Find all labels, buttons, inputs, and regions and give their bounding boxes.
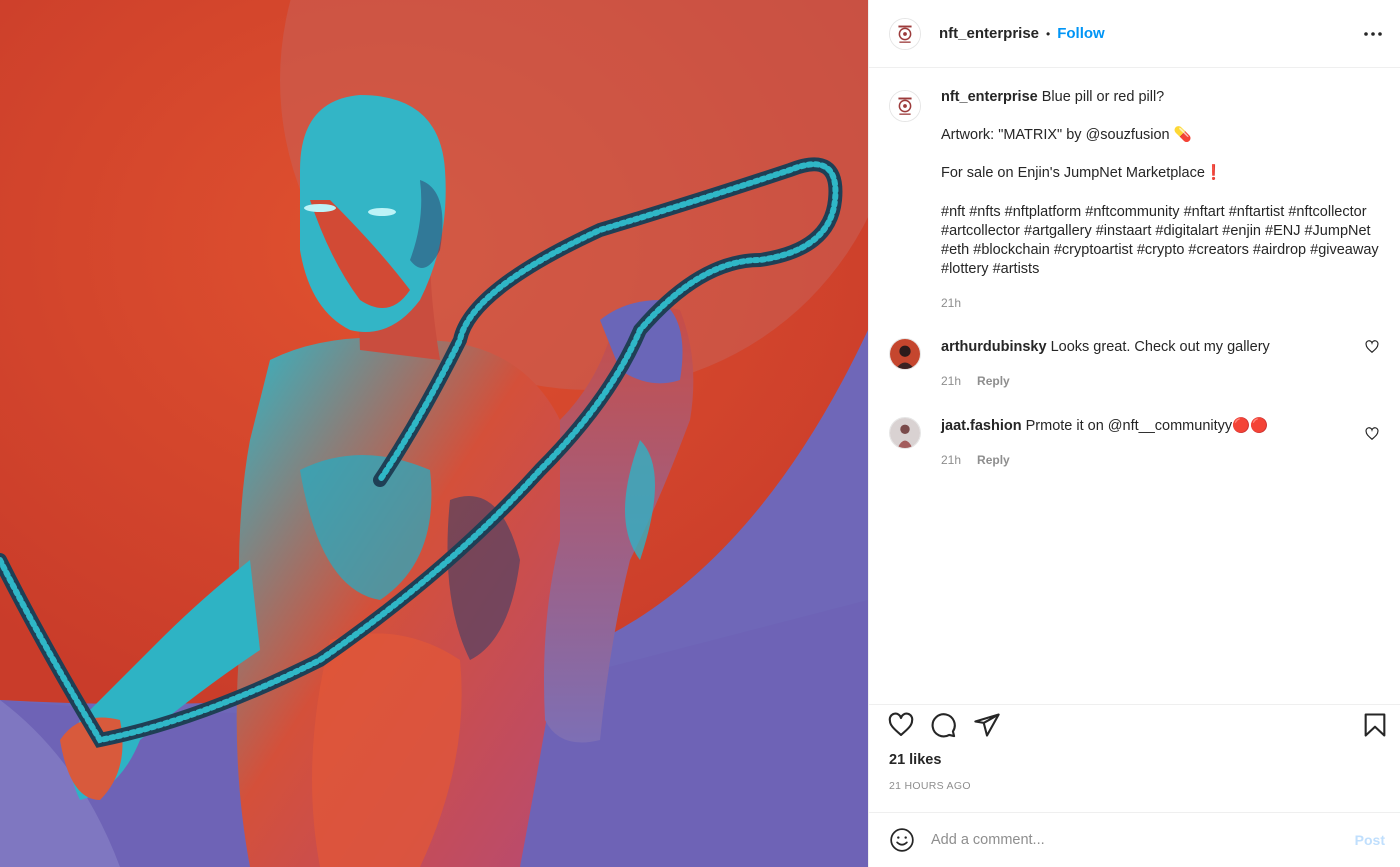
commenter-avatar[interactable]: [889, 338, 921, 370]
post-comment-button[interactable]: Post: [1355, 832, 1385, 848]
reply-button[interactable]: Reply: [977, 372, 1010, 391]
likes-count[interactable]: 21 likes: [889, 752, 941, 768]
post-caption: nft_enterprise Blue pill or red pill? Ar…: [889, 88, 1389, 314]
logo-icon: [890, 18, 920, 49]
author-avatar[interactable]: [889, 17, 921, 50]
bookmark-icon[interactable]: [1361, 711, 1389, 739]
author-username[interactable]: nft_enterprise: [939, 25, 1039, 42]
comment-text: Prmote it on @nft__communityy🔴🔴: [1025, 418, 1269, 434]
add-comment-bar: Post: [869, 812, 1400, 867]
follow-button[interactable]: Follow: [1057, 25, 1105, 42]
reply-button[interactable]: Reply: [977, 451, 1010, 470]
matrix-artwork: [0, 0, 868, 867]
caption-avatar[interactable]: [889, 90, 921, 122]
comment-item: jaat.fashion Prmote it on @nft__communit…: [889, 417, 1389, 470]
commenter-avatar[interactable]: [889, 417, 921, 449]
heart-icon[interactable]: [1365, 340, 1379, 354]
logo-icon: [890, 91, 920, 121]
caption-body: nft_enterprise Blue pill or red pill? Ar…: [941, 88, 1389, 314]
heart-icon[interactable]: [887, 711, 915, 739]
post-header: nft_enterprise • Follow: [869, 0, 1400, 68]
caption-line-3: For sale on Enjin's JumpNet Marketplace❗: [941, 165, 1223, 182]
caption-timestamp: 21h: [941, 296, 962, 311]
post-time-ago: 21 HOURS AGO: [889, 780, 971, 792]
comment-username[interactable]: jaat.fashion: [941, 418, 1022, 434]
post-details-panel: nft_enterprise • Follow nft_enterprise B…: [868, 0, 1400, 867]
more-horizontal-icon[interactable]: [1361, 22, 1385, 46]
comment-text: Looks great. Check out my gallery: [1050, 339, 1270, 355]
comment-body: jaat.fashion Prmote it on @nft__communit…: [941, 417, 1361, 470]
header-separator: •: [1046, 26, 1051, 41]
comment-item: arthurdubinsky Looks great. Check out my…: [889, 338, 1389, 391]
comment-timestamp: 21h: [941, 374, 962, 388]
caption-username[interactable]: nft_enterprise: [941, 89, 1038, 105]
smiley-icon[interactable]: [889, 827, 915, 853]
caption-hashtags[interactable]: #nft #nfts #nftplatform #nftcommunity #n…: [941, 203, 1389, 280]
heart-icon[interactable]: [1365, 427, 1379, 441]
send-icon[interactable]: [973, 711, 1001, 739]
comment-body: arthurdubinsky Looks great. Check out my…: [941, 338, 1361, 391]
caption-line-1: Blue pill or red pill?: [1041, 89, 1165, 105]
post-image[interactable]: [0, 0, 868, 867]
comment-input[interactable]: [931, 832, 1331, 848]
caption-line-2: Artwork: "MATRIX" by @souzfusion 💊: [941, 127, 1192, 144]
avatar-photo: [890, 339, 920, 369]
action-bar: [869, 704, 1400, 744]
avatar-photo: [890, 418, 920, 448]
comment-icon[interactable]: [929, 711, 957, 739]
comment-timestamp: 21h: [941, 453, 962, 467]
comment-username[interactable]: arthurdubinsky: [941, 339, 1047, 355]
